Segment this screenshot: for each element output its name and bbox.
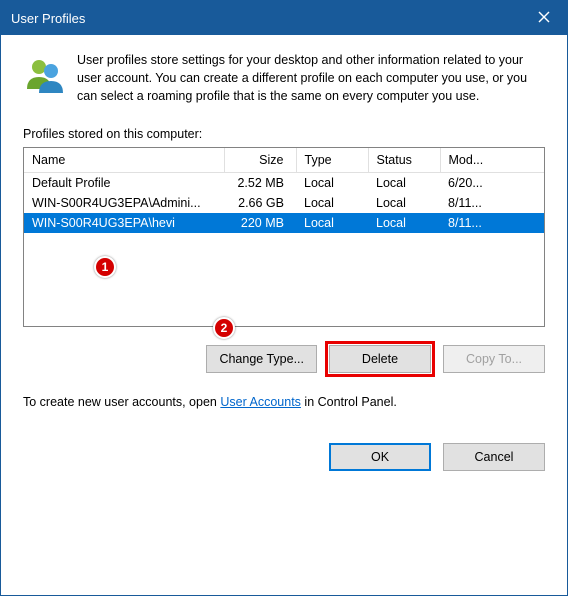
close-icon — [538, 10, 550, 26]
profiles-table[interactable]: Name Size Type Status Mod... Default Pro… — [23, 147, 545, 327]
change-type-button[interactable]: Change Type... — [206, 345, 317, 373]
hint-suffix: in Control Panel. — [301, 395, 397, 409]
annotation-marker-1: 1 — [94, 256, 116, 278]
user-profiles-dialog: User Profiles User profiles store settin… — [0, 0, 568, 596]
dialog-buttons: OK Cancel — [23, 443, 545, 471]
profile-action-buttons: Change Type... Delete Copy To... 2 — [23, 345, 545, 373]
cell-status: Local — [368, 213, 440, 233]
cell-name: WIN-S00R4UG3EPA\hevi — [24, 213, 224, 233]
table-row[interactable]: Default Profile2.52 MBLocalLocal6/20... — [24, 173, 544, 194]
intro-section: User profiles store settings for your de… — [23, 51, 545, 105]
cell-mod: 8/11... — [440, 213, 544, 233]
cell-status: Local — [368, 173, 440, 194]
users-icon — [23, 55, 65, 97]
column-header-name[interactable]: Name — [24, 148, 224, 173]
cell-type: Local — [296, 173, 368, 194]
cell-status: Local — [368, 193, 440, 213]
intro-text: User profiles store settings for your de… — [77, 51, 545, 105]
delete-button[interactable]: Delete — [329, 345, 431, 373]
cancel-button[interactable]: Cancel — [443, 443, 545, 471]
cell-type: Local — [296, 213, 368, 233]
table-row[interactable]: WIN-S00R4UG3EPA\hevi220 MBLocalLocal8/11… — [24, 213, 544, 233]
user-accounts-link[interactable]: User Accounts — [220, 395, 301, 409]
titlebar: User Profiles — [1, 1, 567, 35]
hint-prefix: To create new user accounts, open — [23, 395, 220, 409]
column-header-modified[interactable]: Mod... — [440, 148, 544, 173]
column-header-status[interactable]: Status — [368, 148, 440, 173]
table-header-row: Name Size Type Status Mod... — [24, 148, 544, 173]
dialog-content: User profiles store settings for your de… — [1, 35, 567, 595]
cell-mod: 6/20... — [440, 173, 544, 194]
hint-text: To create new user accounts, open User A… — [23, 395, 545, 409]
copy-to-button: Copy To... — [443, 345, 545, 373]
column-header-type[interactable]: Type — [296, 148, 368, 173]
profiles-label: Profiles stored on this computer: — [23, 127, 545, 141]
cell-size: 220 MB — [224, 213, 296, 233]
table-row[interactable]: WIN-S00R4UG3EPA\Admini...2.66 GBLocalLoc… — [24, 193, 544, 213]
cell-size: 2.52 MB — [224, 173, 296, 194]
ok-button[interactable]: OK — [329, 443, 431, 471]
cell-size: 2.66 GB — [224, 193, 296, 213]
close-button[interactable] — [521, 1, 567, 35]
window-title: User Profiles — [11, 11, 85, 26]
cell-mod: 8/11... — [440, 193, 544, 213]
cell-name: Default Profile — [24, 173, 224, 194]
column-header-size[interactable]: Size — [224, 148, 296, 173]
cell-type: Local — [296, 193, 368, 213]
cell-name: WIN-S00R4UG3EPA\Admini... — [24, 193, 224, 213]
